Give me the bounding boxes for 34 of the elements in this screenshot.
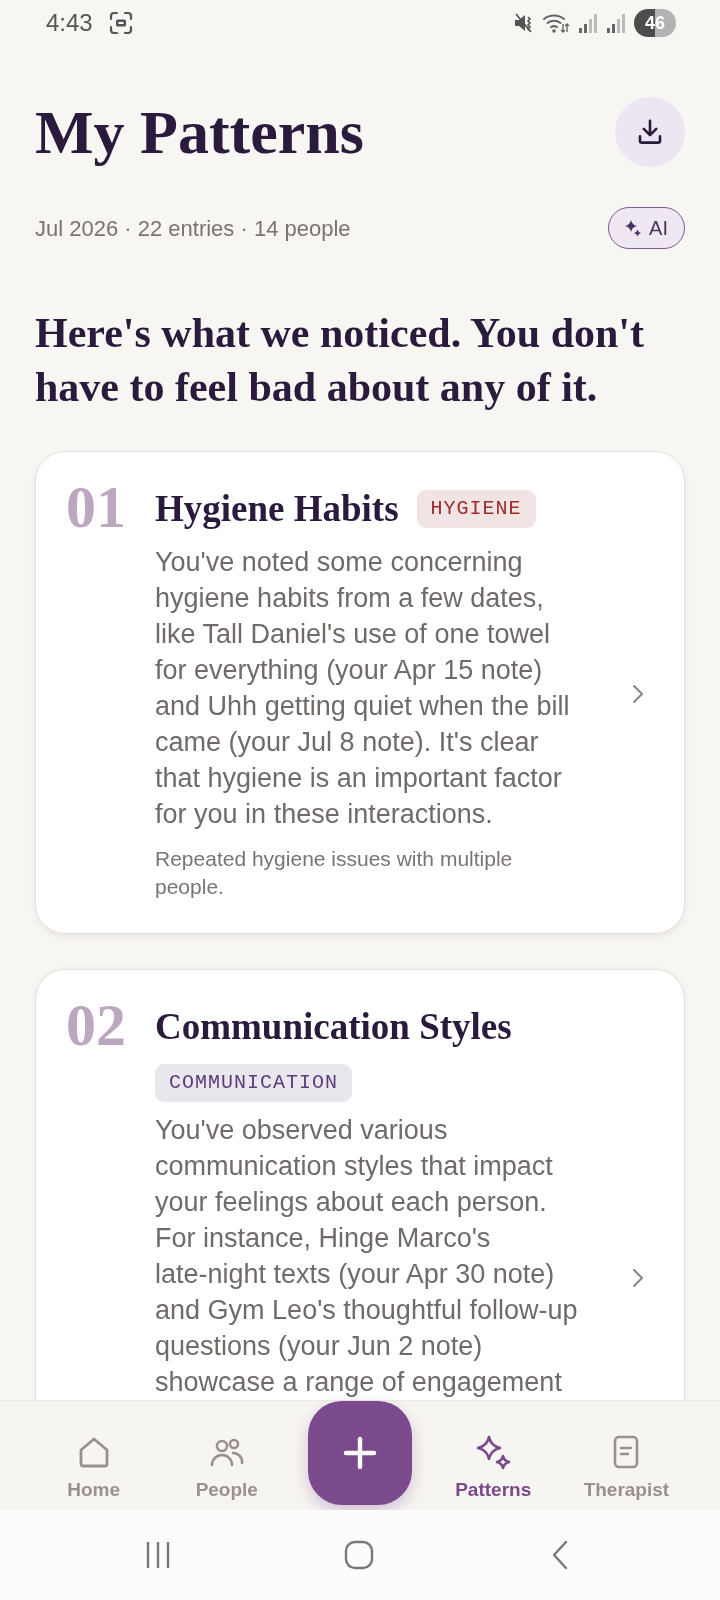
pattern-number: 01 — [66, 477, 126, 537]
category-tag: HYGIENE — [416, 490, 536, 528]
nav-tab[interactable]: Therapist — [583, 1401, 670, 1501]
recent-apps-icon[interactable] — [144, 1540, 171, 1570]
status-time: 4:43 — [46, 11, 93, 35]
pattern-card[interactable] — [35, 451, 685, 934]
nav-tab[interactable]: Patterns — [455, 1401, 532, 1501]
home-icon[interactable] — [343, 1540, 374, 1570]
sparkle-icon — [625, 219, 642, 237]
pattern-description: You've observed various communication styles that impact your feelings about each person. For instance, Hinge Marco's late-night texts (your Apr 30 note) and Gym Leo's thoughtful follow-up questions (your Jun 2 note) showcase a range of engagement — [155, 1114, 579, 1399]
wifi-icon — [542, 12, 570, 34]
plus-icon — [343, 1436, 377, 1470]
nav-tab[interactable]: People — [195, 1401, 258, 1501]
category-tag: COMMUNICATION — [155, 1064, 353, 1102]
screenshot-icon — [108, 11, 133, 35]
battery-indicator: 46 — [634, 9, 676, 37]
pattern-title: Communication Styles — [155, 1005, 512, 1049]
add-button[interactable] — [308, 1401, 412, 1505]
ai-button[interactable]: AI — [608, 207, 685, 249]
pattern-card[interactable] — [35, 969, 685, 1400]
signal-icon — [606, 12, 626, 34]
pattern-number: 02 — [66, 995, 126, 1055]
pattern-summary: Repeated hygiene issues with multiple people. — [155, 846, 514, 900]
pattern-description: You've noted some concerning hygiene habits from a few dates, like Tall Daniel's use of one towel for everything (your Apr 15 note) and Uhh getting quiet when the bill came (your Jul 8 note). It's clear that hygiene is an important factor for you in these interactions. — [155, 546, 571, 831]
nav-tab[interactable]: Home — [67, 1401, 120, 1501]
sparkles-icon — [475, 1434, 512, 1470]
back-icon[interactable] — [551, 1540, 568, 1570]
chevron-right-icon — [632, 683, 644, 705]
pattern-title: Hygiene Habits — [155, 487, 399, 531]
signal-icon — [578, 12, 598, 34]
intro-heading: Here's what we noticed. You don't have to feel bad about any of it. — [35, 309, 645, 412]
chevron-right-icon — [632, 1267, 644, 1289]
summary-text: Jul 2026 · 22 entries · 14 people — [35, 214, 351, 243]
mute-icon — [514, 12, 534, 34]
